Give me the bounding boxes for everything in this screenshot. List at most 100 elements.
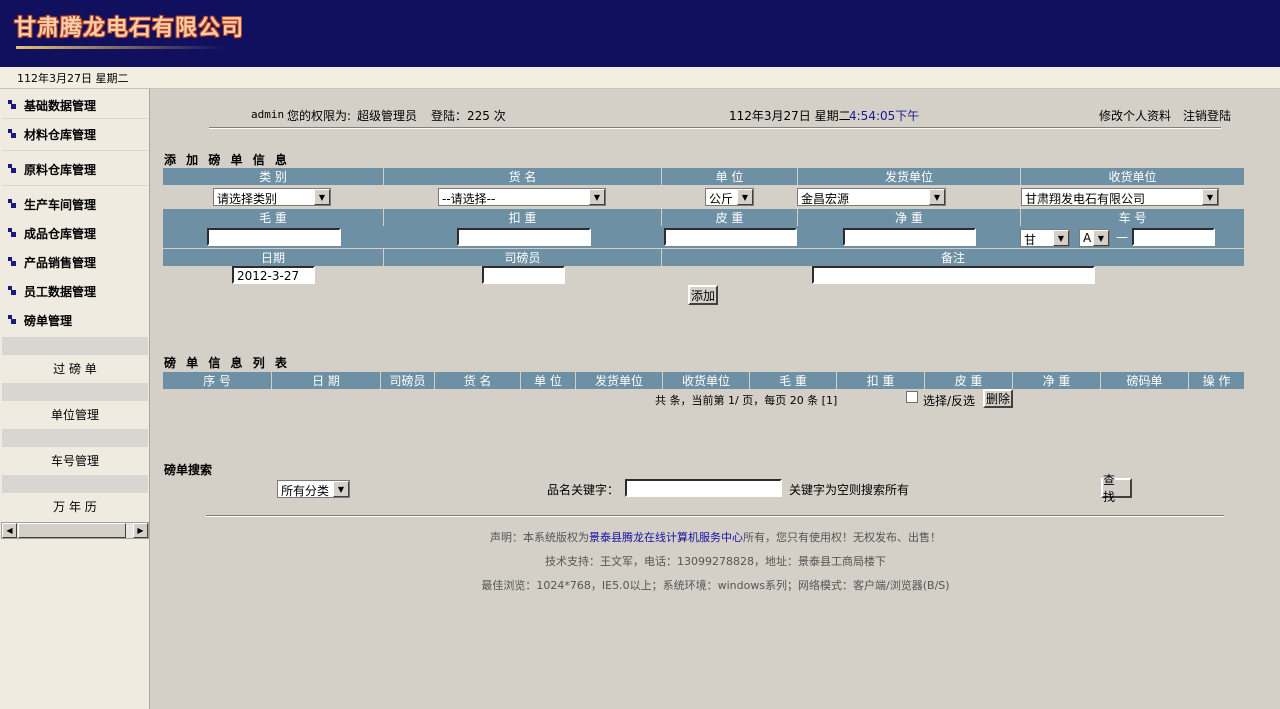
receiver-select-value: 甘肃翔发电石有限公司: [1025, 192, 1146, 206]
col-net: 净 重: [1013, 372, 1101, 389]
select-all-checkbox[interactable]: [906, 391, 918, 403]
category-select[interactable]: 请选择类别 ▼: [213, 188, 331, 206]
edit-profile-link[interactable]: 修改个人资料: [1099, 107, 1171, 124]
sidebar-item-label: 材料仓库管理: [24, 127, 97, 142]
sidebar-item-basic-data[interactable]: 基础数据管理: [8, 95, 96, 115]
sidebar-item-raw-material[interactable]: 原料仓库管理: [8, 159, 96, 179]
username: admin: [251, 108, 285, 121]
keyword-label: 品名关键字：: [547, 483, 620, 497]
sidebar-sub-plates[interactable]: 车号管理: [2, 446, 148, 474]
login-count: 登陆：225 次: [431, 109, 506, 123]
bullet-icon: [8, 257, 18, 267]
divider: [209, 127, 1221, 129]
search-category-select[interactable]: 所有分类 ▼: [277, 480, 350, 498]
plate-letter-value: A: [1083, 231, 1092, 245]
chevron-down-icon: ▼: [314, 189, 330, 205]
header-sender: 发货单位: [798, 168, 1021, 185]
net-weight-input[interactable]: [843, 228, 976, 246]
remarks-input[interactable]: [812, 266, 1095, 284]
tare-input[interactable]: [664, 228, 797, 246]
header-plate: 车 号: [1021, 209, 1244, 226]
plate-letter-select[interactable]: A ▼: [1079, 229, 1110, 247]
sidebar-item-label: 员工数据管理: [24, 284, 97, 299]
role-text: 超级管理员: [357, 109, 418, 123]
gross-weight-input[interactable]: [207, 228, 341, 246]
header-goods: 货 名: [384, 168, 662, 185]
select-all-label: 选择/反选: [923, 394, 976, 408]
copyright-owner-link[interactable]: 景泰县腾龙在线计算机服务中心: [589, 531, 743, 544]
sidebar-item-material-warehouse[interactable]: 材料仓库管理: [8, 124, 96, 144]
logout-link[interactable]: 注销登陆: [1183, 107, 1231, 124]
category-select-value: 请选择类别: [217, 192, 278, 206]
sidebar-item-workshop[interactable]: 生产车间管理: [8, 194, 96, 214]
search-hint: 关键字为空则搜索所有: [789, 483, 910, 497]
plate-number-input[interactable]: [1132, 228, 1215, 246]
pagination-text: 共 条，当前第 1/ 页，每页 20 条 [1]: [655, 394, 838, 407]
sidebar-sub-units[interactable]: 单位管理: [2, 400, 148, 428]
goods-select[interactable]: --请选择-- ▼: [438, 188, 606, 206]
col-actions: 操 作: [1189, 372, 1244, 389]
submenu-band: [2, 337, 148, 355]
sender-select-value: 金昌宏源: [801, 192, 850, 206]
header-category: 类 别: [163, 168, 384, 185]
search-button[interactable]: 查 找: [1101, 473, 1132, 504]
header-remarks: 备注: [662, 249, 1244, 266]
date-input[interactable]: 2012-3-27: [232, 266, 315, 284]
header-operator: 司磅员: [384, 249, 662, 266]
bullet-icon: [8, 315, 18, 325]
sender-select[interactable]: 金昌宏源 ▼: [797, 188, 946, 206]
date-bar: 112年3月27日 星期二: [0, 67, 1280, 89]
unit-select-value: 公斤: [709, 192, 734, 206]
search-title: 磅单搜索: [164, 463, 213, 477]
list-title: 磅 单 信 息 列 表: [164, 356, 290, 370]
scroll-right-icon[interactable]: ▶: [133, 523, 148, 538]
main-content: admin 您的权限为: 超级管理员 登陆：225 次 112年3月27日 星期…: [151, 89, 1280, 709]
sidebar-sub-weighing[interactable]: 过 磅 单: [2, 354, 148, 382]
copyright-prefix: 声明：本系统版权为: [490, 531, 589, 544]
chevron-down-icon: ▼: [333, 481, 349, 497]
bullet-icon: [8, 164, 18, 174]
horizontal-scrollbar[interactable]: ◀ ▶: [1, 522, 149, 539]
sidebar-item-label: 产品销售管理: [24, 255, 97, 270]
sidebar-item-weighbill[interactable]: 磅单管理: [8, 310, 72, 330]
current-date: 112年3月27日 星期二: [729, 109, 851, 123]
chevron-down-icon: ▼: [737, 189, 753, 205]
header-gross-weight: 毛 重: [163, 209, 384, 226]
sidebar-item-label: 原料仓库管理: [24, 162, 97, 177]
plate-province-select[interactable]: 甘 ▼: [1020, 229, 1070, 247]
sidebar-item-employees[interactable]: 员工数据管理: [8, 281, 96, 301]
sidebar-sub-calendar[interactable]: 万 年 历: [2, 492, 148, 520]
add-button[interactable]: 添加: [688, 285, 718, 305]
col-operator: 司磅员: [381, 372, 435, 389]
sidebar-item-sales[interactable]: 产品销售管理: [8, 252, 96, 272]
header-date: 日期: [163, 249, 384, 266]
header-unit: 单 位: [662, 168, 798, 185]
col-sender: 发货单位: [576, 372, 663, 389]
unit-select[interactable]: 公斤 ▼: [705, 188, 754, 206]
delete-button[interactable]: 删除: [983, 389, 1013, 408]
submenu-band: [2, 475, 148, 493]
goods-select-value: --请选择--: [442, 192, 496, 206]
permission-label: 您的权限为:: [287, 109, 352, 123]
col-deduction: 扣 重: [837, 372, 925, 389]
bullet-icon: [8, 286, 18, 296]
deduction-input[interactable]: [457, 228, 591, 246]
keyword-input[interactable]: [625, 479, 782, 497]
receiver-select[interactable]: 甘肃翔发电石有限公司 ▼: [1021, 188, 1219, 206]
operator-input[interactable]: [482, 266, 565, 284]
col-goods: 货 名: [435, 372, 521, 389]
plate-dash: —: [1116, 230, 1128, 244]
current-time: 4:54:05下午: [849, 109, 920, 123]
sidebar-item-finished-goods[interactable]: 成品仓库管理: [8, 223, 96, 243]
scroll-left-icon[interactable]: ◀: [2, 523, 17, 538]
company-logo: 甘肃腾龙电石有限公司: [14, 15, 245, 41]
submenu-band: [2, 429, 148, 447]
sidebar-item-label: 基础数据管理: [24, 98, 97, 113]
chevron-down-icon: ▼: [1053, 230, 1069, 246]
col-unit: 单 位: [521, 372, 576, 389]
scroll-thumb[interactable]: [18, 523, 126, 538]
col-tare: 皮 重: [925, 372, 1013, 389]
search-category-value: 所有分类: [281, 484, 330, 498]
col-gross: 毛 重: [750, 372, 837, 389]
copyright-notice: 声明：本系统版权为景泰县腾龙在线计算机服务中心所有，您只有使用权！无权发布、出售…: [151, 529, 1280, 545]
